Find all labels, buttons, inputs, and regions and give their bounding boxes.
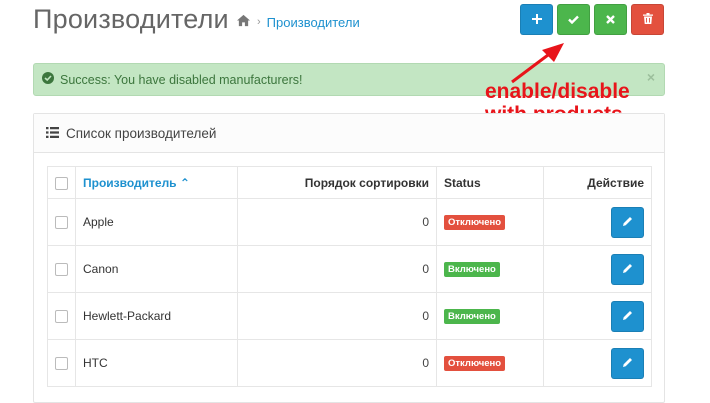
- disable-button[interactable]: [594, 4, 627, 35]
- table-row: HTC 0 Отключено: [47, 339, 652, 387]
- table-row: Canon 0 Включено: [47, 245, 652, 293]
- alert-message: Success: You have disabled manufacturers…: [60, 72, 303, 87]
- breadcrumb-separator: ›: [257, 16, 261, 28]
- pencil-icon: [622, 262, 633, 276]
- pencil-icon: [622, 356, 633, 370]
- manufacturer-name: Apple: [75, 198, 238, 246]
- status-badge: Отключено: [444, 215, 506, 230]
- edit-button[interactable]: [611, 300, 644, 332]
- row-check-cell: [47, 245, 76, 293]
- toolbar: [520, 4, 664, 35]
- column-header-sort-order[interactable]: Порядок сортировки: [237, 166, 437, 199]
- enable-button[interactable]: [557, 4, 590, 35]
- sort-order-value: 0: [237, 245, 437, 293]
- edit-button[interactable]: [611, 253, 644, 285]
- panel-title: Список производителей: [66, 125, 217, 141]
- breadcrumb-link[interactable]: Производители: [267, 15, 360, 30]
- edit-button[interactable]: [611, 347, 644, 379]
- annotation-line-1: enable/disable: [485, 80, 630, 103]
- column-header-action: Действие: [543, 166, 652, 199]
- row-checkbox[interactable]: [55, 310, 68, 324]
- status-cell: Отключено: [436, 339, 544, 387]
- page: Производители › Производители Success: Y…: [0, 0, 710, 403]
- status-cell: Включено: [436, 292, 544, 340]
- sort-by-name-link[interactable]: Производитель ⌃: [83, 176, 190, 190]
- status-cell: Включено: [436, 245, 544, 293]
- action-cell: [543, 245, 652, 293]
- page-title: Производители: [33, 4, 229, 34]
- edit-button[interactable]: [611, 206, 644, 238]
- breadcrumb: › Производители: [236, 14, 360, 30]
- manufacturers-table: Производитель ⌃ Порядок сортировки Statu…: [47, 166, 652, 387]
- row-check-cell: [47, 292, 76, 340]
- sort-order-value: 0: [237, 198, 437, 246]
- pencil-icon: [622, 309, 633, 323]
- row-checkbox[interactable]: [55, 263, 68, 277]
- table-row: Hewlett-Packard 0 Включено: [47, 292, 652, 340]
- action-cell: [543, 292, 652, 340]
- check-icon: [568, 11, 579, 29]
- plus-icon: [531, 11, 542, 29]
- select-all-cell: [47, 166, 76, 199]
- check-circle-icon: [42, 72, 54, 87]
- manufacturer-name: Canon: [75, 245, 238, 293]
- row-checkbox[interactable]: [55, 357, 68, 371]
- status-badge: Включено: [444, 309, 500, 324]
- manufacturer-name: HTC: [75, 339, 238, 387]
- table-row: Apple 0 Отключено: [47, 198, 652, 246]
- home-icon[interactable]: [236, 14, 251, 30]
- manufacturer-name: Hewlett-Packard: [75, 292, 238, 340]
- status-badge: Отключено: [444, 356, 506, 371]
- list-icon: [46, 126, 59, 141]
- manufacturers-panel: Список производителей Производитель ⌃ По…: [33, 113, 665, 403]
- panel-heading: Список производителей: [34, 114, 664, 153]
- row-check-cell: [47, 198, 76, 246]
- times-icon: [606, 11, 615, 29]
- select-all-checkbox[interactable]: [55, 176, 68, 190]
- row-checkbox[interactable]: [55, 216, 68, 230]
- sort-order-value: 0: [237, 339, 437, 387]
- row-check-cell: [47, 339, 76, 387]
- delete-button[interactable]: [631, 4, 664, 35]
- trash-icon: [642, 11, 653, 29]
- table-header-row: Производитель ⌃ Порядок сортировки Statu…: [47, 166, 652, 199]
- pencil-icon: [622, 215, 633, 229]
- action-cell: [543, 198, 652, 246]
- caret-up-icon: ⌃: [179, 175, 190, 190]
- column-header-name[interactable]: Производитель ⌃: [75, 166, 238, 199]
- sort-order-value: 0: [237, 292, 437, 340]
- column-header-status[interactable]: Status: [436, 166, 544, 199]
- add-button[interactable]: [520, 4, 553, 35]
- status-badge: Включено: [444, 262, 500, 277]
- status-cell: Отключено: [436, 198, 544, 246]
- action-cell: [543, 339, 652, 387]
